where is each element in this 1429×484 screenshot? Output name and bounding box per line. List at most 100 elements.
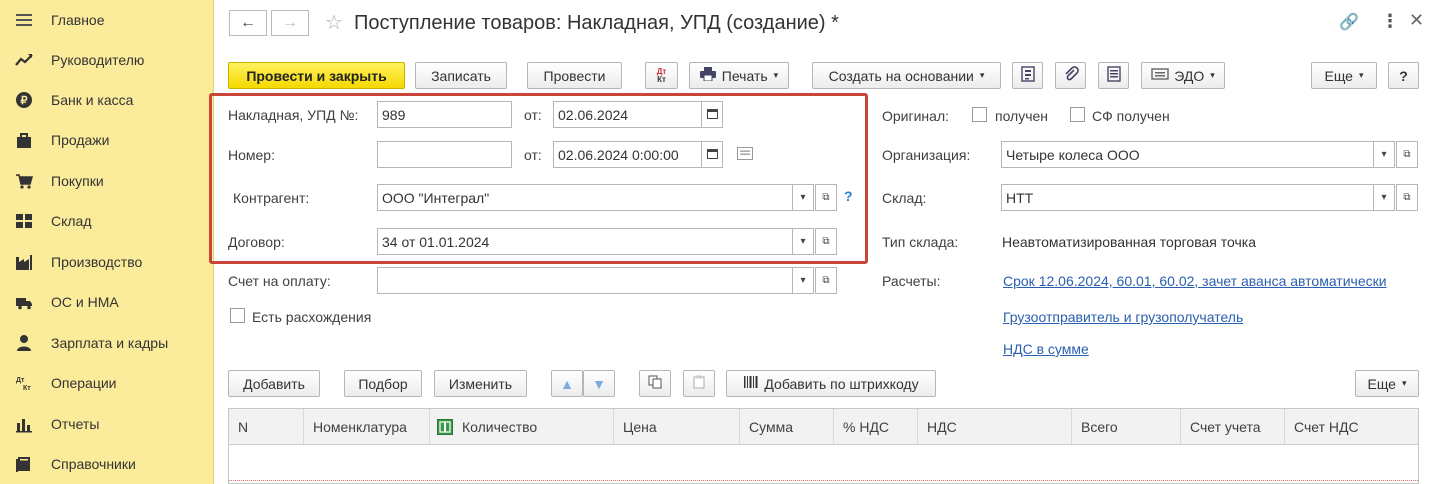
arrow-right-icon: → xyxy=(282,14,298,31)
more-button[interactable]: Еще ▾ xyxy=(1311,62,1377,89)
edo-button[interactable]: ЭДО ▾ xyxy=(1141,62,1225,89)
table-row[interactable] xyxy=(229,445,1418,481)
payment-invoice-label: Счет на оплату: xyxy=(228,273,331,289)
help-button[interactable]: ? xyxy=(1388,62,1419,89)
svg-text:Дт: Дт xyxy=(16,377,25,384)
sidebar-item-manager[interactable]: Руководителю xyxy=(0,40,214,80)
sidebar-item-fixed-assets[interactable]: ОС и НМА xyxy=(0,282,214,322)
bar-chart-icon xyxy=(14,414,34,434)
received-label: получен xyxy=(995,108,1049,124)
move-down-button[interactable]: ▼ xyxy=(583,370,615,397)
forward-button[interactable]: → xyxy=(271,10,309,36)
sidebar-item-salary[interactable]: Зарплата и кадры xyxy=(0,323,214,363)
column-header-total[interactable]: Всего xyxy=(1072,409,1181,445)
column-header-price[interactable]: Цена xyxy=(614,409,740,445)
close-icon[interactable]: ✕ xyxy=(1409,10,1424,31)
original-label: Оригинал: xyxy=(882,108,949,124)
warehouse-input[interactable]: НТТ xyxy=(1001,184,1374,211)
organization-open-button[interactable]: ⧉ xyxy=(1396,141,1418,168)
sidebar-item-label: Склад xyxy=(51,213,92,229)
sidebar-item-bank[interactable]: ₽ Банк и касса xyxy=(0,80,214,120)
column-header-n[interactable]: N xyxy=(229,409,304,445)
create-based-on-button[interactable]: Создать на основании ▾ xyxy=(812,62,1001,89)
column-header-quantity[interactable]: Количество xyxy=(430,409,614,445)
factory-icon xyxy=(14,252,34,272)
sidebar-item-purchases[interactable]: Покупки xyxy=(0,161,214,201)
post-button[interactable]: Провести xyxy=(527,62,622,89)
help-question-icon[interactable]: ? xyxy=(844,188,853,204)
move-up-button[interactable]: ▲ xyxy=(551,370,583,397)
column-header-nomenclature[interactable]: Номенклатура xyxy=(304,409,430,445)
discrepancy-checkbox[interactable] xyxy=(230,308,245,323)
comment-icon[interactable] xyxy=(737,147,753,163)
settlements-link[interactable]: Срок 12.06.2024, 60.01, 60.02, зачет ава… xyxy=(1003,273,1387,289)
organization-label: Организация: xyxy=(882,147,971,163)
payment-invoice-input[interactable] xyxy=(377,267,793,294)
sidebar-item-production[interactable]: Производство xyxy=(0,242,214,282)
number-input[interactable] xyxy=(377,141,512,168)
paste-button[interactable] xyxy=(683,370,715,397)
vat-in-amount-link[interactable]: НДС в сумме xyxy=(1003,341,1089,357)
sidebar-item-references[interactable]: Справочники xyxy=(0,444,214,484)
contract-label: Договор: xyxy=(228,234,285,250)
sidebar-item-operations[interactable]: Дт Кт Операции xyxy=(0,363,214,403)
table-more-button[interactable]: Еще ▾ xyxy=(1355,370,1419,397)
add-row-button[interactable]: Добавить xyxy=(228,370,320,397)
post-and-close-button[interactable]: Провести и закрыть xyxy=(228,62,405,89)
column-header-vat[interactable]: НДС xyxy=(918,409,1072,445)
warehouse-icon xyxy=(14,211,34,231)
back-button[interactable]: ← xyxy=(229,10,267,36)
barcode-label: Добавить по штрихкоду xyxy=(764,375,919,392)
contract-input[interactable]: 34 от 01.01.2024 xyxy=(377,228,793,255)
discrepancy-label: Есть расхождения xyxy=(252,309,372,325)
contract-dropdown-button[interactable]: ▾ xyxy=(792,228,814,255)
arrow-left-icon: ← xyxy=(240,14,256,31)
truck-icon xyxy=(14,292,34,312)
warehouse-dropdown-button[interactable]: ▾ xyxy=(1373,184,1395,211)
more-vertical-icon[interactable]: ⋮ xyxy=(1381,11,1399,32)
sidebar-item-sales[interactable]: Продажи xyxy=(0,120,214,160)
original-received-checkbox[interactable] xyxy=(972,107,987,122)
sidebar-item-warehouse[interactable]: Склад xyxy=(0,201,214,241)
invoice-number-input[interactable]: 989 xyxy=(377,101,512,128)
sf-received-checkbox[interactable] xyxy=(1070,107,1085,122)
counterparty-input[interactable]: ООО "Интеграл" xyxy=(377,184,793,211)
payment-dropdown-button[interactable]: ▾ xyxy=(792,267,814,294)
report-button[interactable] xyxy=(1098,62,1129,89)
shipper-consignee-link[interactable]: Грузоотправитель и грузополучатель xyxy=(1003,309,1243,325)
attach-button[interactable] xyxy=(1055,62,1086,89)
document-list-icon xyxy=(1106,66,1121,85)
contract-open-button[interactable]: ⧉ xyxy=(815,228,837,255)
link-icon[interactable]: 🔗 xyxy=(1339,12,1359,32)
column-header-vat-rate[interactable]: % НДС xyxy=(834,409,918,445)
organization-dropdown-button[interactable]: ▾ xyxy=(1373,141,1395,168)
print-button[interactable]: Печать ▾ xyxy=(689,62,789,89)
invoice-date-input[interactable]: 02.06.2024 xyxy=(553,101,702,128)
paste-icon xyxy=(692,375,706,392)
payment-open-button[interactable]: ⧉ xyxy=(815,267,837,294)
number-datetime-input[interactable]: 02.06.2024 0:00:00 xyxy=(553,141,702,168)
dt-kt-button[interactable]: Дт Кт xyxy=(645,62,678,89)
sidebar-item-main[interactable]: Главное xyxy=(0,0,214,40)
warehouse-open-button[interactable]: ⧉ xyxy=(1396,184,1418,211)
favorite-star-icon[interactable]: ☆ xyxy=(325,10,343,36)
open-window-icon: ⧉ xyxy=(822,236,830,247)
column-header-vat-account[interactable]: Счет НДС xyxy=(1285,409,1418,445)
counterparty-dropdown-button[interactable]: ▾ xyxy=(792,184,814,211)
edo-label: ЭДО xyxy=(1174,67,1205,84)
structure-button[interactable] xyxy=(1012,62,1043,89)
save-button[interactable]: Записать xyxy=(415,62,507,89)
column-header-account[interactable]: Счет учета xyxy=(1181,409,1285,445)
calendar-button[interactable] xyxy=(701,141,723,168)
column-header-sum[interactable]: Сумма xyxy=(740,409,834,445)
printer-icon xyxy=(699,67,716,84)
sidebar-item-label: Продажи xyxy=(51,132,110,148)
pick-button[interactable]: Подбор xyxy=(344,370,422,397)
copy-row-button[interactable] xyxy=(639,370,671,397)
organization-input[interactable]: Четыре колеса ООО xyxy=(1001,141,1374,168)
calendar-button[interactable] xyxy=(701,101,723,128)
add-by-barcode-button[interactable]: Добавить по штрихкоду xyxy=(726,370,936,397)
counterparty-open-button[interactable]: ⧉ xyxy=(815,184,837,211)
change-button[interactable]: Изменить xyxy=(434,370,527,397)
sidebar-item-reports[interactable]: Отчеты xyxy=(0,404,214,444)
